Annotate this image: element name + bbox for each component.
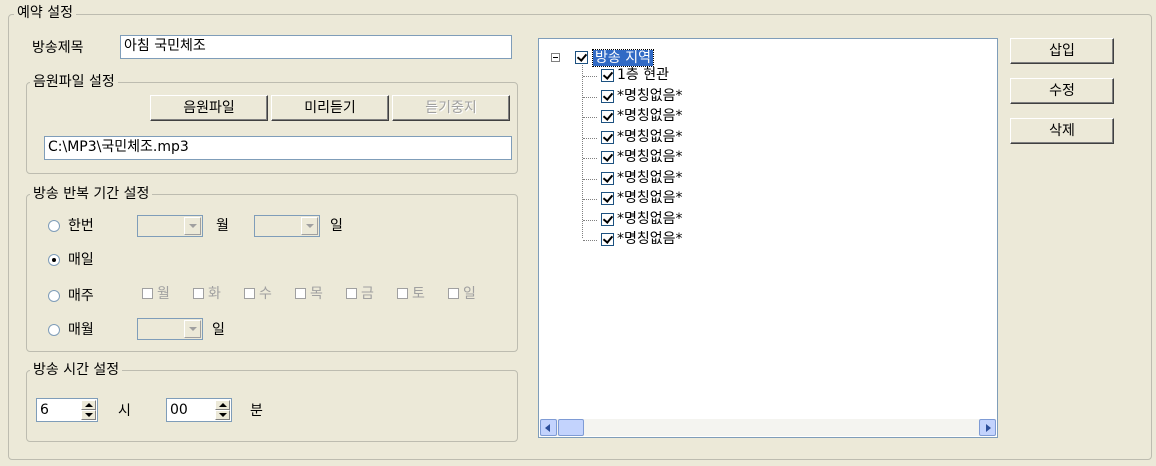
minute-unit: 분 — [250, 403, 263, 419]
tree-branch-line — [583, 240, 597, 241]
weekday-label: 월 — [157, 286, 170, 302]
weekday-checkbox[interactable] — [346, 288, 357, 299]
tree-vertical-line — [582, 65, 583, 238]
weekday-label: 일 — [463, 286, 476, 302]
zone-item-label[interactable]: *명칭없음* — [617, 150, 683, 164]
repeat-period-legend: 방송 반복 기간 설정 — [30, 186, 153, 202]
edit-button[interactable]: 수정 — [1010, 78, 1114, 104]
zone-checkbox[interactable] — [601, 233, 614, 246]
hour-unit: 시 — [118, 403, 131, 419]
radio-monthly[interactable] — [48, 324, 60, 336]
scroll-thumb[interactable] — [558, 419, 584, 436]
zone-item-label[interactable]: *명칭없음* — [617, 191, 683, 205]
tree-branch-line — [583, 76, 597, 77]
spin-down-icon[interactable] — [81, 410, 96, 420]
once-month-unit: 월 — [216, 218, 229, 234]
root-checkbox[interactable] — [575, 51, 588, 64]
minute-spinner[interactable]: 00 — [166, 398, 232, 422]
tree-branch-line — [583, 137, 597, 139]
radio-once-label: 한번 — [68, 218, 94, 234]
chevron-down-icon — [301, 217, 318, 235]
tree-branch-line — [583, 158, 597, 159]
zone-item-label[interactable]: 1층 현관 — [617, 68, 669, 82]
weekday-checkbox[interactable] — [193, 288, 204, 299]
audio-file-button[interactable]: 음원파일 — [150, 95, 268, 121]
tree-branch-line — [583, 219, 597, 221]
zone-checkbox[interactable] — [601, 69, 614, 82]
scroll-right-icon[interactable] — [979, 419, 996, 436]
audio-file-legend: 음원파일 설정 — [30, 74, 118, 90]
chevron-down-icon — [184, 320, 201, 338]
horizontal-scrollbar[interactable] — [540, 419, 996, 436]
radio-monthly-label: 매월 — [68, 322, 94, 338]
weekday-checkbox[interactable] — [295, 288, 306, 299]
spin-up-icon[interactable] — [215, 400, 230, 410]
zone-checkbox[interactable] — [601, 171, 614, 185]
delete-button[interactable]: 삭제 — [1010, 118, 1114, 144]
weekday-checkbox[interactable] — [397, 288, 408, 299]
weekday-checkbox[interactable] — [244, 288, 255, 299]
radio-daily[interactable] — [48, 254, 60, 266]
monthly-day-unit: 일 — [212, 322, 225, 338]
scroll-left-icon[interactable] — [540, 419, 557, 436]
minute-value: 00 — [170, 402, 188, 418]
zone-checkbox[interactable] — [601, 130, 614, 144]
tree-branch-line — [583, 178, 597, 180]
broadcast-time-legend: 방송 시간 설정 — [30, 362, 123, 378]
weekday-label: 금 — [361, 286, 374, 302]
zone-checkbox[interactable] — [601, 89, 614, 103]
zone-item-label[interactable]: *명칭없음* — [617, 171, 683, 185]
broadcast-time-group — [26, 370, 518, 442]
weekday-label: 목 — [310, 286, 323, 302]
tree-branch-line — [583, 199, 597, 200]
collapse-icon[interactable] — [551, 53, 560, 62]
zone-checkbox[interactable] — [601, 192, 614, 205]
hour-spinner[interactable]: 6 — [36, 398, 98, 422]
chevron-down-icon — [184, 217, 201, 235]
stop-preview-button[interactable]: 듣기중지 — [392, 95, 510, 121]
once-day-select[interactable] — [254, 215, 320, 237]
weekday-label: 수 — [259, 286, 272, 302]
once-month-select[interactable] — [137, 215, 203, 237]
zone-checkbox[interactable] — [601, 151, 614, 164]
hour-value: 6 — [40, 402, 49, 418]
radio-weekly[interactable] — [48, 290, 60, 302]
tree-root-label[interactable]: 방송 지역 — [592, 49, 654, 67]
preview-button[interactable]: 미리듣기 — [271, 95, 389, 121]
spin-down-icon[interactable] — [215, 410, 230, 420]
weekday-checkbox[interactable] — [142, 288, 153, 299]
reservation-settings-legend: 예약 설정 — [14, 5, 76, 21]
zone-item-label[interactable]: *명칭없음* — [617, 232, 683, 246]
zone-checkbox[interactable] — [601, 212, 614, 226]
monthly-day-select[interactable] — [137, 318, 203, 340]
zone-item-label[interactable]: *명칭없음* — [617, 212, 683, 226]
spin-up-icon[interactable] — [81, 400, 96, 410]
weekday-checkbox[interactable] — [448, 288, 459, 299]
zone-checkbox[interactable] — [601, 110, 614, 123]
tree-branch-line — [583, 117, 597, 118]
weekday-label: 화 — [208, 286, 221, 302]
radio-weekly-label: 매주 — [68, 288, 94, 304]
zone-tree-view[interactable]: 방송 지역 1층 현관 *명칭없음* *명칭없음* *명칭없음* *명칭없음* *명칭없음… — [538, 38, 998, 438]
radio-once[interactable] — [48, 220, 60, 232]
broadcast-title-input[interactable]: 아침 국민체조 — [120, 35, 512, 59]
insert-button[interactable]: 삽입 — [1010, 38, 1114, 64]
weekday-label: 토 — [412, 286, 425, 302]
audio-file-path-input[interactable]: C:\MP3\국민체조.mp3 — [44, 136, 512, 160]
zone-item-label[interactable]: *명칭없음* — [617, 89, 683, 103]
broadcast-title-label: 방송제목 — [32, 40, 84, 56]
zone-item-label[interactable]: *명칭없음* — [617, 130, 683, 144]
tree-branch-line — [583, 96, 597, 98]
radio-daily-label: 매일 — [68, 252, 94, 268]
zone-item-label[interactable]: *명칭없음* — [617, 109, 683, 123]
once-day-unit: 일 — [330, 218, 343, 234]
